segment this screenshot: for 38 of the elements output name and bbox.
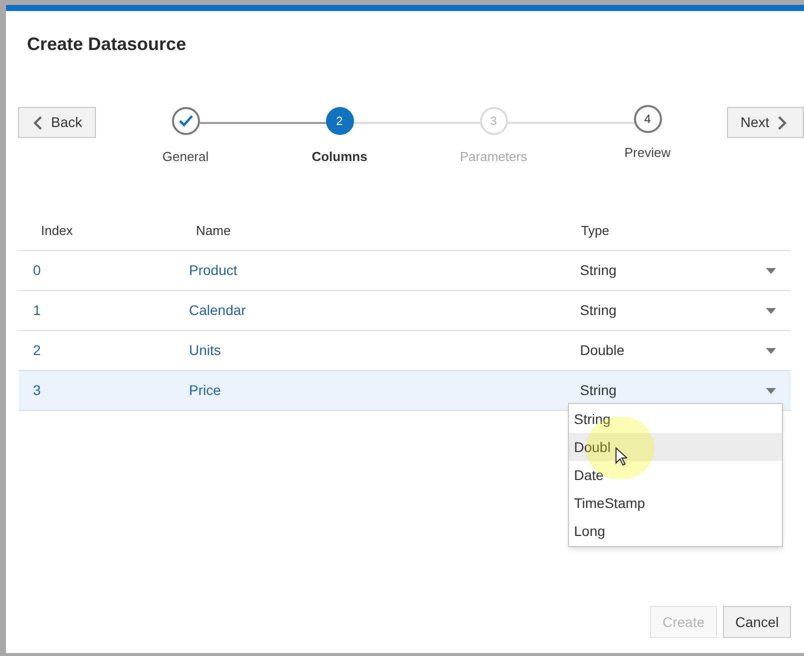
step-number: 4 — [634, 105, 662, 133]
chevron-right-icon — [777, 116, 788, 130]
name-cell: Price — [189, 382, 221, 398]
next-button[interactable]: Next — [726, 107, 804, 138]
step-number: 2 — [326, 107, 354, 135]
chevron-left-icon — [33, 116, 43, 130]
caret-down-icon[interactable] — [766, 308, 776, 314]
caret-down-icon[interactable] — [766, 348, 776, 354]
menu-item[interactable]: TimeStamp — [569, 489, 782, 517]
step-number: 3 — [480, 107, 508, 135]
menu-item[interactable]: Long — [569, 517, 782, 545]
index-cell: 1 — [33, 302, 41, 318]
type-select[interactable]: String — [580, 380, 617, 401]
menu-item[interactable]: String — [569, 405, 782, 433]
cancel-button[interactable]: Cancel — [723, 606, 791, 638]
dialog-title: Create Datasource — [27, 33, 186, 56]
step-label: Preview — [624, 144, 671, 162]
index-cell: 0 — [33, 262, 41, 278]
column-header: Name — [196, 222, 231, 238]
step-label: Columns — [312, 148, 368, 166]
name-cell: Calendar — [189, 302, 246, 318]
name-cell: Product — [189, 262, 238, 278]
step-label: General — [162, 148, 209, 166]
index-cell: 3 — [33, 382, 41, 398]
caret-down-icon[interactable] — [766, 388, 776, 394]
column-header: Type — [581, 222, 610, 238]
name-cell: Units — [189, 342, 221, 358]
caret-down-icon[interactable] — [766, 268, 776, 274]
step-label: Parameters — [460, 148, 528, 166]
type-select[interactable]: String — [580, 260, 617, 281]
back-button[interactable]: Back — [18, 107, 96, 138]
menu-item[interactable]: Date — [569, 461, 782, 489]
type-select[interactable]: Double — [580, 340, 624, 361]
type-select[interactable]: String — [580, 300, 617, 321]
column-header: Index — [41, 222, 73, 238]
table-row[interactable]: 3 Price String — [19, 371, 791, 411]
index-cell: 2 — [33, 342, 41, 358]
mouse-pointer-icon — [615, 447, 627, 466]
